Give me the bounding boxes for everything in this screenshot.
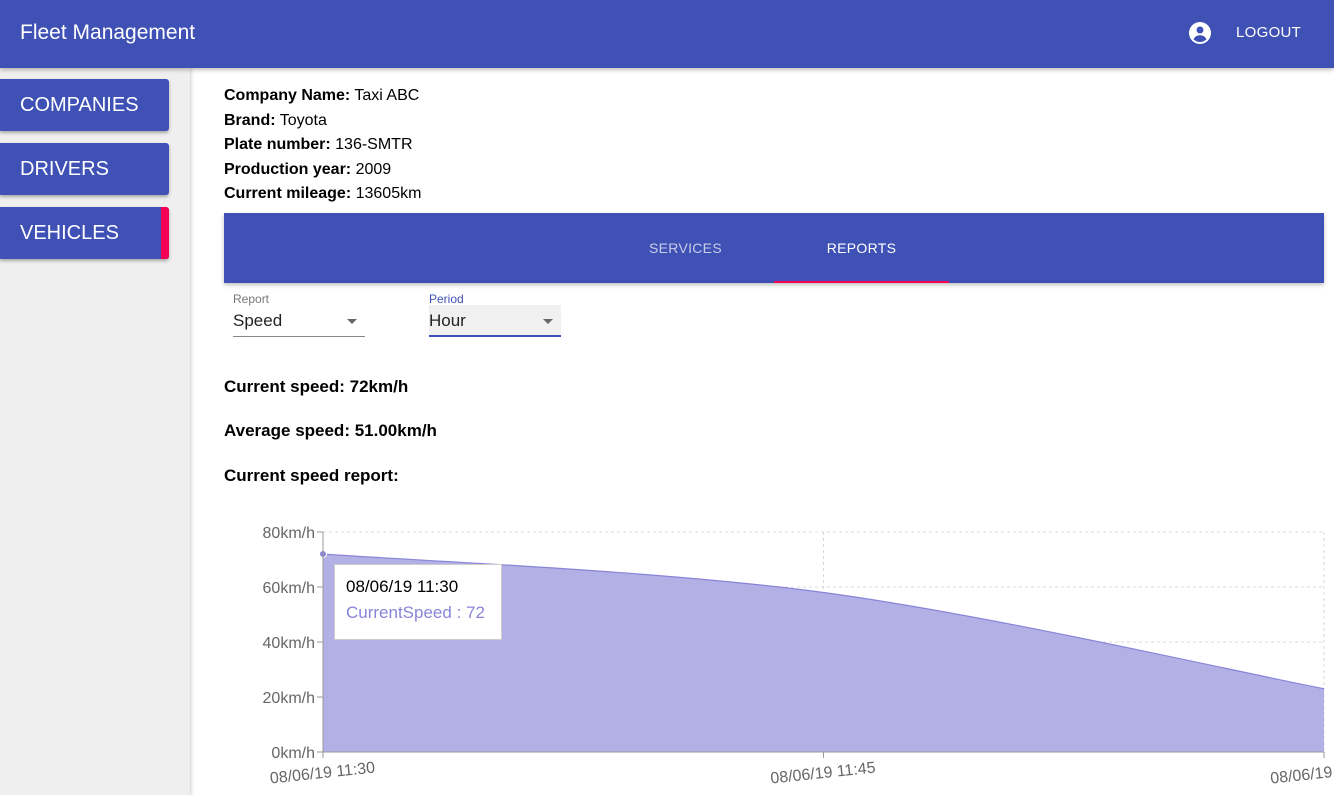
report-select-value: Speed [233, 311, 283, 330]
sidebar: COMPANIES DRIVERS VEHICLES [0, 68, 191, 795]
y-tick-label: 20km/h [263, 690, 315, 707]
y-tick-label: 60km/h [263, 580, 315, 597]
select-underline [429, 335, 561, 337]
year-label: Production year: [224, 160, 352, 178]
brand-label: Brand: [224, 111, 276, 129]
mileage-label: Current mileage: [224, 185, 352, 202]
period-select-label: Period [429, 292, 464, 306]
sidebar-item-vehicles[interactable]: VEHICLES [0, 207, 169, 259]
average-speed: Average speed: 51.00km/h [224, 421, 437, 440]
x-tick-label: 08/06/19 11:45 [770, 760, 877, 788]
period-select[interactable]: Period Hour [429, 292, 561, 338]
y-tick-label: 80km/h [263, 525, 315, 542]
y-tick-label: 40km/h [263, 635, 315, 652]
dropdown-arrow-icon [347, 319, 357, 324]
year-row: Production year: 2009 [224, 158, 421, 183]
speed-area-chart: 0km/h 20km/h 40km/h 60km/h 80km/h 08/06/19 11… [263, 525, 1334, 788]
report-select-label: Report [233, 292, 270, 306]
tooltip-time: 08/06/19 11:30 [346, 577, 459, 596]
speed-report-title: Current speed report: [224, 466, 399, 485]
tab-indicator [774, 281, 949, 283]
tab-services[interactable]: SERVICES [598, 213, 773, 283]
y-tick-label: 0km/h [271, 745, 315, 762]
company-label: Company Name: [224, 87, 351, 104]
tooltip-value: CurrentSpeed : 72 [346, 603, 485, 622]
chart-tooltip: 08/06/19 11:30 CurrentSpeed : 72 [334, 564, 502, 640]
mileage-row: Current mileage: 13605km [224, 182, 421, 207]
sidebar-item-drivers[interactable]: DRIVERS [0, 143, 169, 195]
plate-value: 136-SMTR [335, 136, 413, 153]
x-tick-label: 08/06/19 11:30 [269, 760, 376, 788]
brand-row: Brand: Toyota [224, 109, 421, 134]
account-circle-icon[interactable] [1188, 21, 1212, 45]
tab-bar: SERVICES REPORTS [224, 213, 1324, 283]
brand-value: Toyota [279, 111, 327, 129]
period-select-value: Hour [429, 311, 466, 330]
vehicle-info: Company Name: Taxi ABC Brand: Toyota Pla… [224, 84, 421, 207]
logout-button[interactable]: LOGOUT [1226, 22, 1311, 43]
plate-label: Plate number: [224, 136, 331, 153]
dropdown-arrow-icon [543, 319, 553, 324]
mileage-value: 13605km [355, 185, 422, 202]
select-underline [233, 336, 365, 337]
tab-reports[interactable]: REPORTS [774, 213, 949, 283]
x-tick-label: 08/06/19 12:00 [1270, 759, 1334, 787]
company-row: Company Name: Taxi ABC [224, 84, 421, 109]
report-select[interactable]: Report Speed [233, 292, 365, 338]
company-value: Taxi ABC [354, 87, 420, 104]
plate-row: Plate number: 136-SMTR [224, 133, 421, 158]
app-title: Fleet Management [20, 21, 196, 44]
current-speed: Current speed: 72km/h [224, 377, 409, 396]
sidebar-item-companies[interactable]: COMPANIES [0, 79, 169, 131]
app-bar: Fleet Management LOGOUT [0, 0, 1334, 68]
year-value: 2009 [355, 160, 392, 178]
